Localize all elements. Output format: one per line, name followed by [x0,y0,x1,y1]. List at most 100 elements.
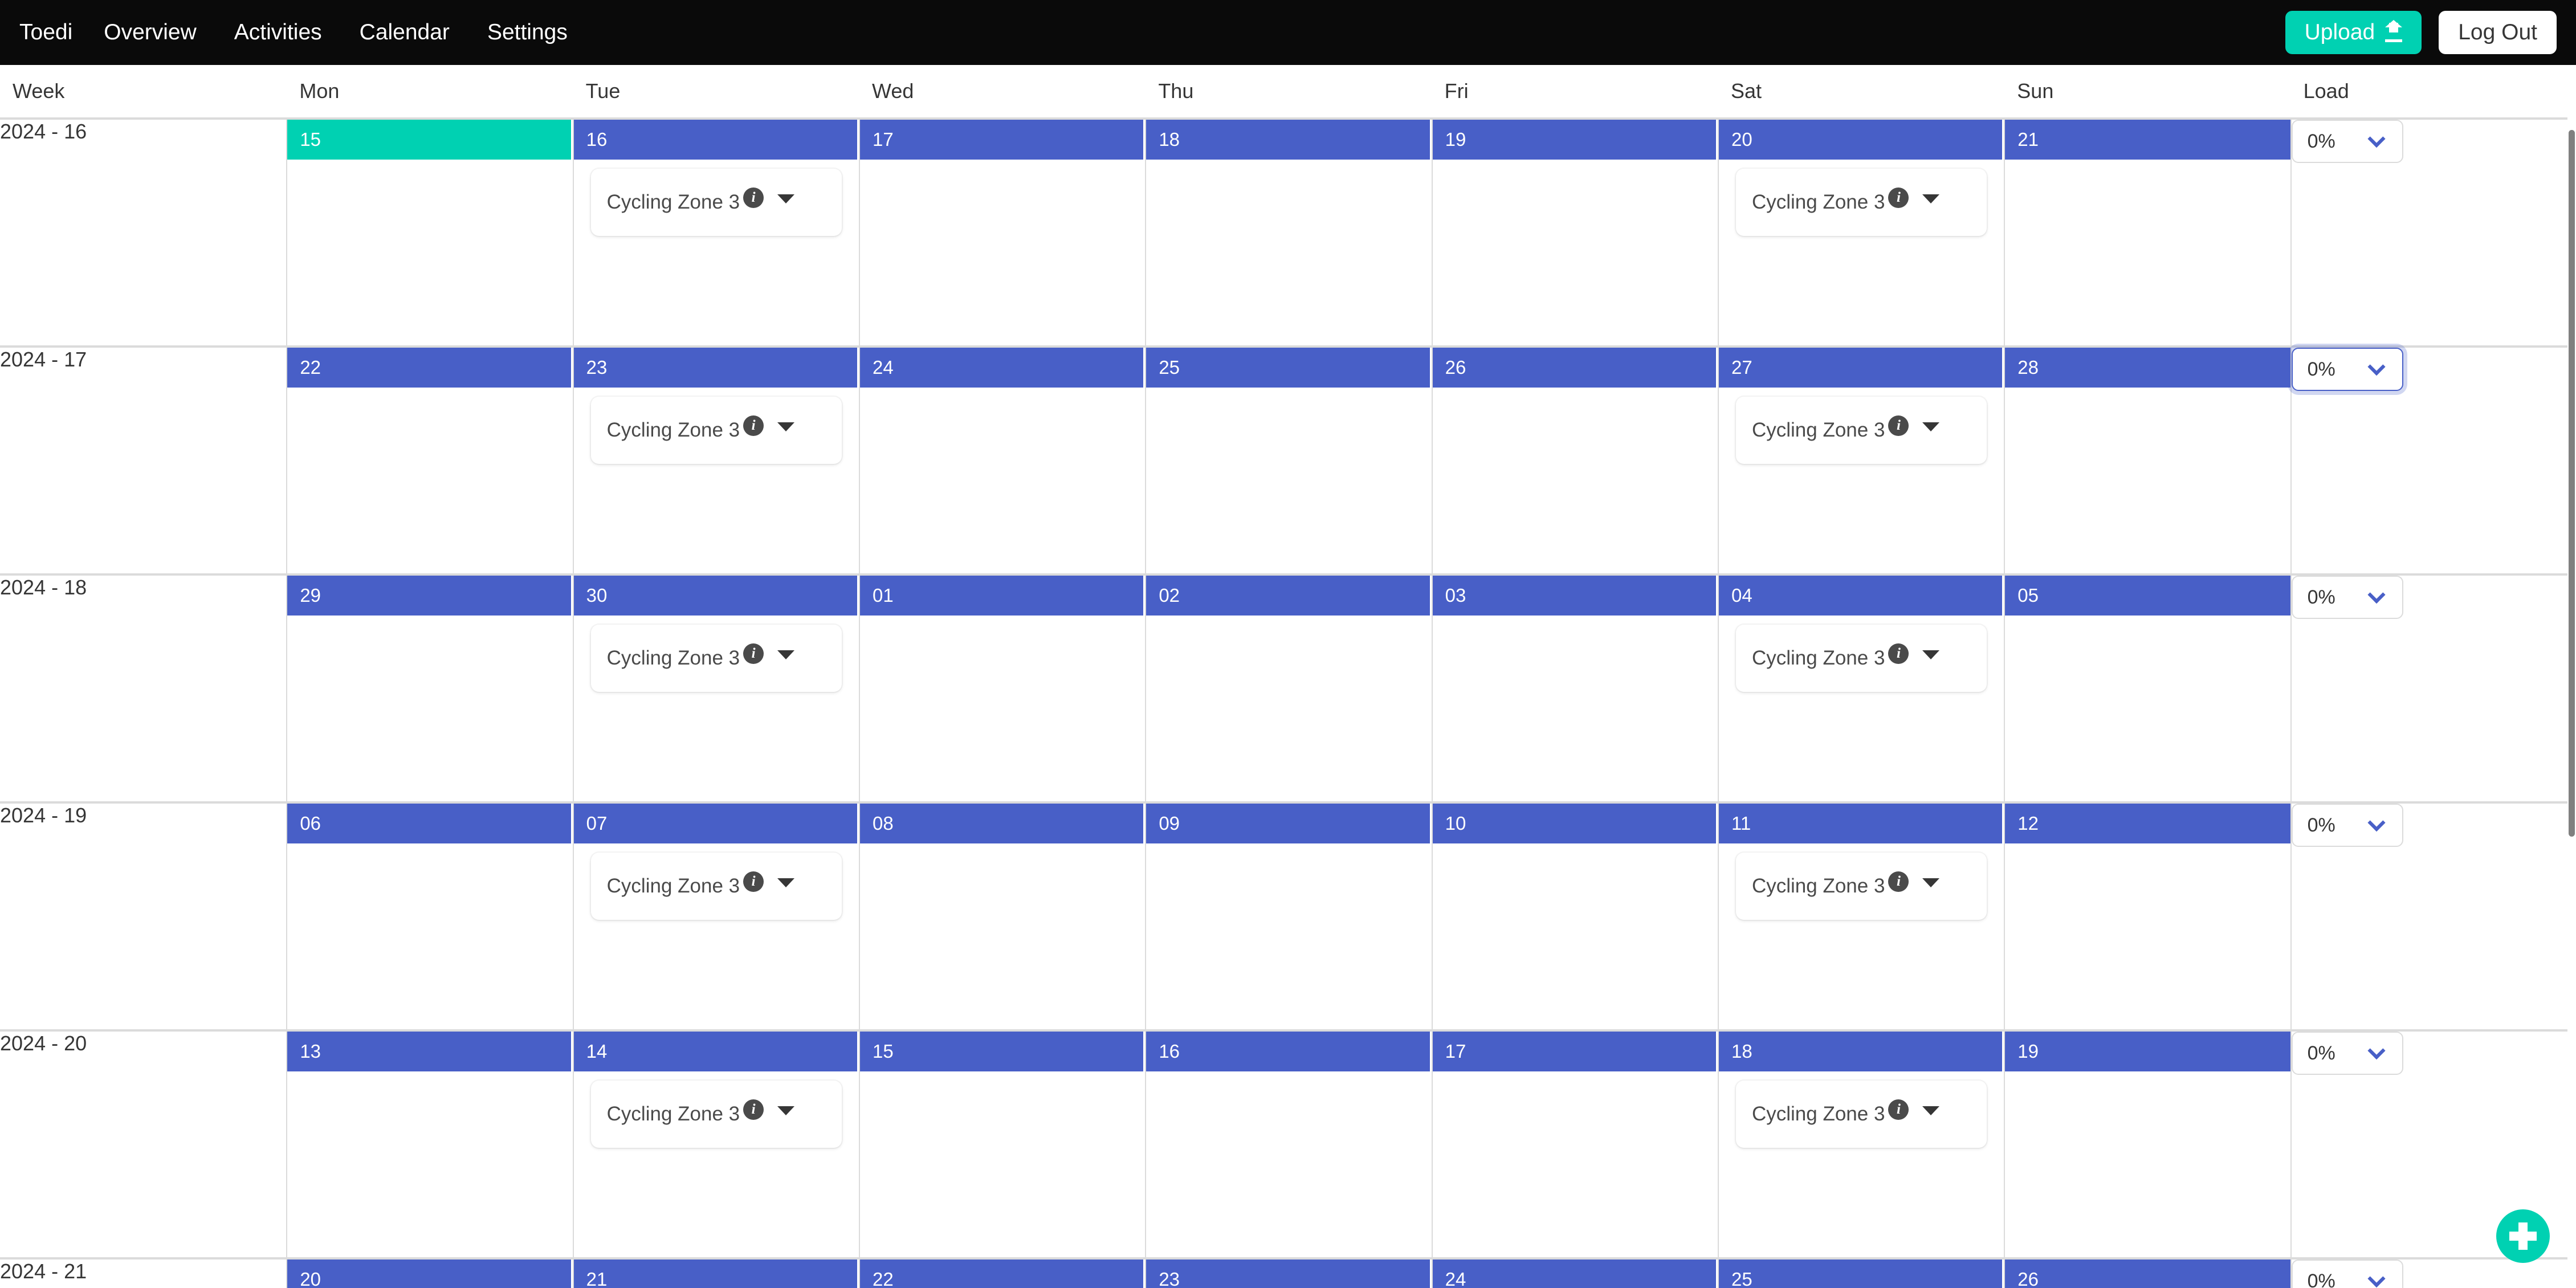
day-cell[interactable]: 03 [1432,574,1719,804]
day-cell[interactable]: 19 [2004,1030,2292,1260]
info-icon[interactable]: i [1888,415,1909,436]
nav-item-activities[interactable]: Activities [215,0,341,65]
load-select[interactable]: 0% [2291,804,2403,847]
day-cell[interactable]: 13 [287,1030,574,1260]
add-activity-fab[interactable] [2496,1209,2550,1263]
activity-card[interactable]: Cycling Zone 3i [1735,853,1987,920]
logout-button[interactable]: Log Out [2439,11,2557,54]
info-icon[interactable]: i [1888,871,1909,892]
day-cell[interactable]: 21 [573,1258,860,1288]
day-cell[interactable]: 19 [1432,119,1719,348]
info-icon[interactable]: i [743,643,764,664]
chevron-down-icon[interactable] [777,1106,795,1115]
day-cell[interactable]: 15 [287,119,574,348]
day-cell[interactable]: 27 Cycling Zone 3i [1718,347,2006,576]
info-icon[interactable]: i [1888,1099,1909,1120]
day-cell[interactable]: 07 Cycling Zone 3i [573,802,860,1032]
date-label: 20 [287,1260,573,1288]
date-label: 02 [1146,576,1432,616]
day-cell[interactable]: 16 [1146,1030,1433,1260]
day-cell[interactable]: 25 [1718,1258,2006,1288]
nav-item-settings[interactable]: Settings [468,0,586,65]
nav-item-overview[interactable]: Overview [85,0,215,65]
day-cell[interactable]: 11 Cycling Zone 3i [1718,802,2006,1032]
load-select[interactable]: 0% [2291,1260,2403,1288]
day-cell[interactable]: 22 [287,347,574,576]
load-select[interactable]: 0% [2291,120,2403,163]
calendar-table: Week Mon Tue Wed Thu Fri Sat Sun Load 20… [0,65,2567,1288]
day-cell[interactable]: 02 [1146,574,1433,804]
info-icon[interactable]: i [1888,188,1909,208]
date-label: 22 [287,348,573,388]
chevron-down-icon[interactable] [777,194,795,203]
day-cell[interactable]: 25 [1146,347,1433,576]
chevron-down-icon[interactable] [1922,650,1940,659]
day-cell[interactable]: 15 [859,1030,1147,1260]
day-cell[interactable]: 21 [2004,119,2292,348]
scrollbar-thumb[interactable] [2569,130,2575,837]
day-cell[interactable]: 26 [2004,1258,2292,1288]
day-cell[interactable]: 06 [287,802,574,1032]
day-cell[interactable]: 28 [2004,347,2292,576]
day-cell[interactable]: 04 Cycling Zone 3i [1718,574,2006,804]
activity-card[interactable]: Cycling Zone 3i [1735,1081,1987,1148]
info-icon[interactable]: i [743,188,764,208]
day-cell[interactable]: 18 Cycling Zone 3i [1718,1030,2006,1260]
day-cell[interactable]: 09 [1146,802,1433,1032]
day-cell[interactable]: 24 [1432,1258,1719,1288]
day-cell[interactable]: 26 [1432,347,1719,576]
date-label: 12 [2005,804,2290,843]
activity-card[interactable]: Cycling Zone 3i [1735,169,1987,236]
chevron-down-icon[interactable] [1922,194,1940,203]
load-select[interactable]: 0% [2291,348,2403,391]
activity-card[interactable]: Cycling Zone 3i [1735,625,1987,692]
day-cell[interactable]: 12 [2004,802,2292,1032]
day-cell[interactable]: 23 [1146,1258,1433,1288]
day-cell[interactable]: 20 [287,1258,574,1288]
info-icon[interactable]: i [743,415,764,436]
chevron-down-icon[interactable] [777,650,795,659]
chevron-down-icon[interactable] [1922,422,1940,431]
nav-item-calendar[interactable]: Calendar [341,0,468,65]
day-cell[interactable]: 10 [1432,802,1719,1032]
day-cell[interactable]: 20 Cycling Zone 3i [1718,119,2006,348]
info-icon[interactable]: i [743,871,764,892]
chevron-down-icon[interactable] [777,878,795,887]
day-cell[interactable]: 17 [859,119,1147,348]
day-cell[interactable]: 01 [859,574,1147,804]
day-cell[interactable]: 17 [1432,1030,1719,1260]
navbar-brand[interactable]: Toedi [0,0,85,65]
activity-card[interactable]: Cycling Zone 3i [590,1081,842,1148]
chevron-down-icon [2367,1042,2386,1060]
load-select[interactable]: 0% [2291,1032,2403,1075]
activity-card[interactable]: Cycling Zone 3i [590,397,842,464]
day-cell[interactable]: 16 Cycling Zone 3i [573,119,860,348]
info-icon[interactable]: i [1888,643,1909,664]
day-cell[interactable]: 08 [859,802,1147,1032]
date-label: 29 [287,576,573,616]
upload-button[interactable]: Upload [2285,11,2422,54]
activity-card[interactable]: Cycling Zone 3i [1735,397,1987,464]
chevron-down-icon [2367,130,2386,148]
activity-card[interactable]: Cycling Zone 3i [590,853,842,920]
load-select[interactable]: 0% [2291,576,2403,619]
calendar-scroll-area[interactable]: Week Mon Tue Wed Thu Fri Sat Sun Load 20… [0,65,2576,1288]
day-cell[interactable]: 24 [859,347,1147,576]
day-cell[interactable]: 14 Cycling Zone 3i [573,1030,860,1260]
vertical-scrollbar[interactable] [2567,130,2576,1288]
day-cell[interactable]: 05 [2004,574,2292,804]
chevron-down-icon[interactable] [777,422,795,431]
info-icon[interactable]: i [743,1099,764,1120]
day-cell[interactable]: 29 [287,574,574,804]
day-cell[interactable]: 18 [1146,119,1433,348]
chevron-down-icon [2367,586,2386,604]
activity-card[interactable]: Cycling Zone 3i [590,625,842,692]
chevron-down-icon[interactable] [1922,878,1940,887]
day-cell[interactable]: 30 Cycling Zone 3i [573,574,860,804]
day-cell[interactable]: 23 Cycling Zone 3i [573,347,860,576]
date-label: 14 [573,1032,859,1071]
day-cell[interactable]: 22 [859,1258,1147,1288]
chevron-down-icon[interactable] [1922,1106,1940,1115]
date-label: 24 [1432,1260,1718,1288]
activity-card[interactable]: Cycling Zone 3i [590,169,842,236]
